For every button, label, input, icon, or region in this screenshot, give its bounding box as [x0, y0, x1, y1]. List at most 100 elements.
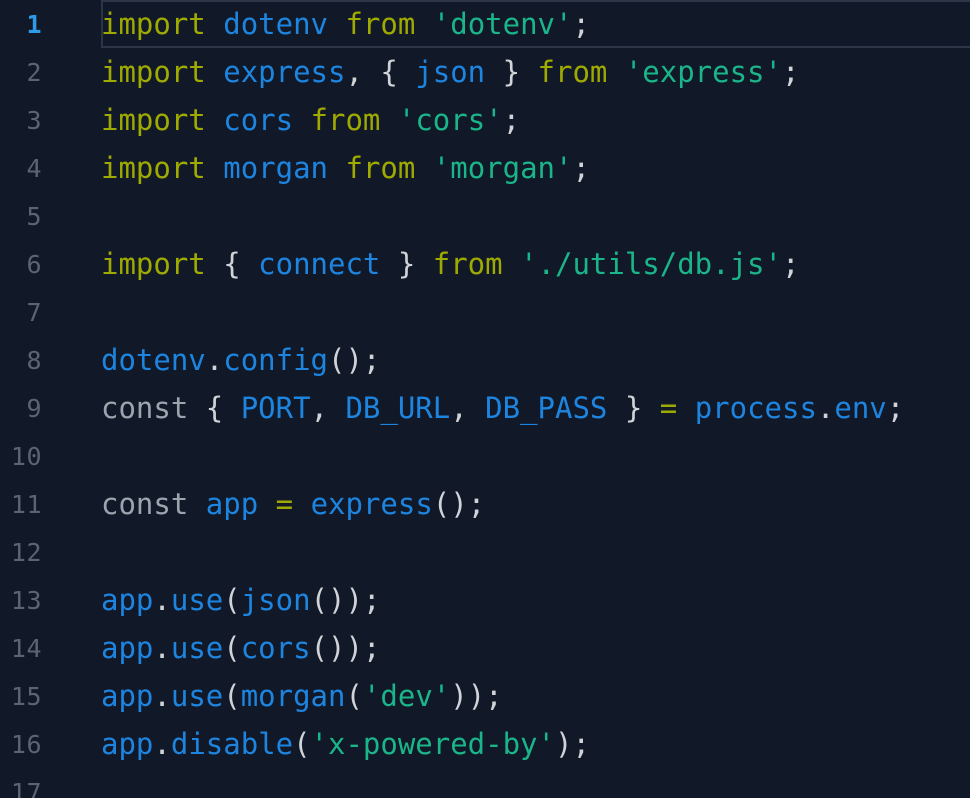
- code-line-content[interactable]: import cors from 'cors';: [58, 96, 970, 144]
- line-number[interactable]: 13: [0, 586, 58, 615]
- code-line-content[interactable]: import dotenv from 'dotenv';: [58, 0, 970, 48]
- code-token: ;: [781, 55, 800, 89]
- code-line[interactable]: 9 const { PORT, DB_URL, DB_PASS } = proce…: [0, 384, 970, 432]
- code-line[interactable]: 1 import dotenv from 'dotenv';: [0, 0, 970, 48]
- line-number[interactable]: 14: [0, 634, 58, 663]
- code-line-content[interactable]: [58, 192, 970, 240]
- code-token: from: [310, 103, 381, 137]
- line-number[interactable]: 9: [0, 394, 58, 423]
- code-line[interactable]: 12: [0, 528, 970, 576]
- line-number[interactable]: 15: [0, 682, 58, 711]
- code-token: dotenv: [223, 7, 328, 41]
- code-token: ());: [310, 583, 381, 617]
- code-token: ,: [450, 391, 486, 425]
- code-line[interactable]: 17: [0, 768, 970, 798]
- code-line[interactable]: 15 app.use(morgan('dev'));: [0, 672, 970, 720]
- code-token: .: [153, 727, 171, 761]
- line-number[interactable]: 10: [0, 442, 58, 471]
- code-token: (: [223, 583, 241, 617]
- code-line-content[interactable]: const { PORT, DB_URL, DB_PASS } = proces…: [58, 384, 970, 432]
- code-token: }: [380, 247, 433, 281]
- code-editor[interactable]: 1 import dotenv from 'dotenv'; 2 import exp…: [0, 0, 970, 798]
- code-line[interactable]: 11 const app = express();: [0, 480, 970, 528]
- code-token: );: [554, 727, 590, 761]
- line-number[interactable]: 12: [0, 538, 58, 567]
- code-token: DB_PASS: [485, 391, 608, 425]
- code-token: env: [834, 391, 887, 425]
- code-line[interactable]: 2 import express, { json } from 'express'…: [0, 48, 970, 96]
- code-token: ();: [432, 487, 486, 521]
- code-token: const: [101, 487, 189, 521]
- code-line-content[interactable]: app.disable('x-powered-by');: [58, 720, 970, 768]
- code-line[interactable]: 13 app.use(json());: [0, 576, 970, 624]
- code-token: import: [101, 151, 206, 185]
- code-line[interactable]: 5: [0, 192, 970, 240]
- code-line-content[interactable]: [58, 432, 970, 480]
- code-token: import: [101, 7, 206, 41]
- line-number[interactable]: 3: [0, 106, 58, 135]
- code-token: morgan: [223, 151, 328, 185]
- code-token: ;: [886, 391, 905, 425]
- code-token: =: [275, 487, 294, 521]
- code-token: 'dotenv': [432, 7, 573, 41]
- code-token: ;: [572, 7, 590, 41]
- code-token: ;: [781, 247, 800, 281]
- code-token: dotenv: [101, 343, 206, 377]
- code-token: app: [205, 487, 259, 521]
- code-token: import: [101, 55, 206, 89]
- code-token: =: [659, 391, 678, 425]
- code-line[interactable]: 14 app.use(cors());: [0, 624, 970, 672]
- code-line[interactable]: 10: [0, 432, 970, 480]
- code-token: {: [205, 247, 259, 281]
- code-token: 'dev': [362, 679, 451, 713]
- code-token: app: [101, 631, 154, 665]
- code-line-content[interactable]: app.use(morgan('dev'));: [58, 672, 970, 720]
- code-line-content[interactable]: const app = express();: [58, 480, 970, 528]
- line-number[interactable]: 7: [0, 298, 58, 327]
- code-line-content[interactable]: dotenv.config();: [58, 336, 970, 384]
- line-number[interactable]: 8: [0, 346, 58, 375]
- code-line-content[interactable]: [58, 768, 970, 798]
- code-token: (: [223, 631, 241, 665]
- line-number[interactable]: 17: [0, 778, 58, 798]
- code-line-content[interactable]: import { connect } from './utils/db.js';: [58, 240, 970, 288]
- code-token: app: [101, 583, 154, 617]
- code-line[interactable]: 4 import morgan from 'morgan';: [0, 144, 970, 192]
- code-line[interactable]: 8 dotenv.config();: [0, 336, 970, 384]
- code-line-content[interactable]: app.use(json());: [58, 576, 970, 624]
- code-token: 'x-powered-by': [310, 727, 555, 761]
- line-number[interactable]: 4: [0, 154, 58, 183]
- code-line-content[interactable]: [58, 288, 970, 336]
- line-number[interactable]: 16: [0, 730, 58, 759]
- code-line[interactable]: 16 app.disable('x-powered-by');: [0, 720, 970, 768]
- code-line-content[interactable]: import morgan from 'morgan';: [58, 144, 970, 192]
- code-token: ));: [450, 679, 503, 713]
- code-line[interactable]: 3 import cors from 'cors';: [0, 96, 970, 144]
- code-line[interactable]: 6 import { connect } from './utils/db.js'…: [0, 240, 970, 288]
- code-line-content[interactable]: import express, { json } from 'express';: [58, 48, 970, 96]
- code-line-content[interactable]: [58, 528, 970, 576]
- code-token: (: [223, 679, 241, 713]
- code-token: ();: [328, 343, 381, 377]
- line-number[interactable]: 5: [0, 202, 58, 231]
- code-token: PORT: [240, 391, 311, 425]
- line-number[interactable]: 11: [0, 490, 58, 519]
- line-number[interactable]: 6: [0, 250, 58, 279]
- code-token: ());: [310, 631, 381, 665]
- code-token: from: [345, 7, 416, 41]
- line-number[interactable]: 1: [0, 10, 58, 39]
- code-line-list[interactable]: 1 import dotenv from 'dotenv'; 2 import exp…: [0, 0, 970, 798]
- code-line[interactable]: 7: [0, 288, 970, 336]
- code-token: app: [101, 727, 154, 761]
- code-line-content[interactable]: app.use(cors());: [58, 624, 970, 672]
- line-number[interactable]: 2: [0, 58, 58, 87]
